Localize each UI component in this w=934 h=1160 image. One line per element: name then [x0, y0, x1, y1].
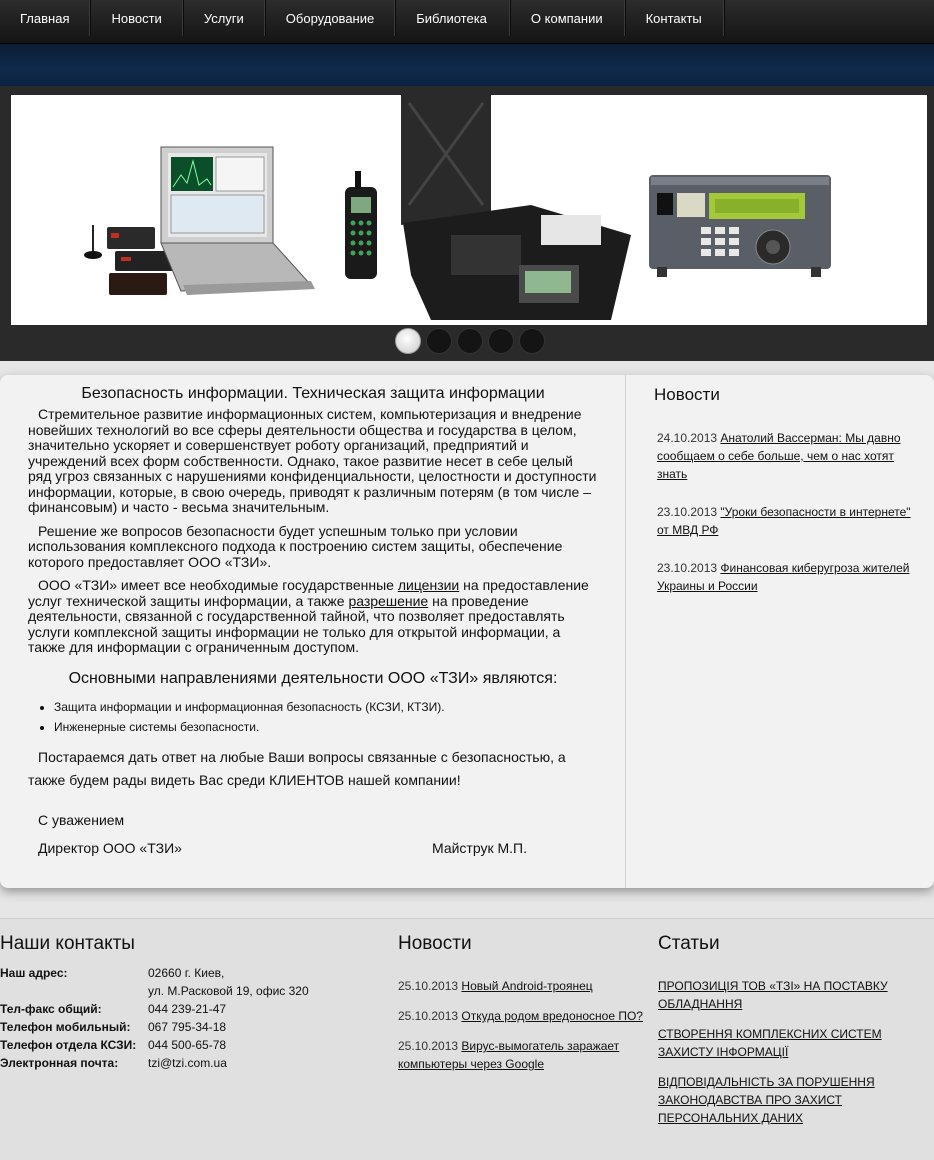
paragraph: ООО «ТЗИ» имеет все необходимые государс…: [28, 577, 598, 656]
footer-news-title: Новости: [398, 933, 472, 954]
directions-heading: Основными направлениями деятельности ООО…: [68, 669, 558, 687]
nav-item-label: Оборудование: [285, 10, 375, 26]
contact-label: Тел-факс общий:: [0, 1002, 102, 1016]
paragraph: Стремительное развитие информационных си…: [28, 406, 597, 515]
nav-item-label: Новости: [111, 10, 162, 26]
news-date: 23.10.2013: [657, 561, 718, 575]
article-link[interactable]: СТВОРЕННЯ КОМПЛЕКСНИХ СИСТЕМ ЗАХИСТУ ІНФ…: [658, 1025, 908, 1061]
equipment-illustration: [84, 95, 831, 320]
nav-item-contacts[interactable]: Контакты: [625, 0, 724, 36]
slider-dot[interactable]: [426, 328, 452, 354]
news-item: 25.10.2013 Откуда родом вредоносное ПО?: [398, 1007, 653, 1025]
nav-item-about[interactable]: О компании: [510, 0, 625, 36]
news-item: 24.10.2013 Анатолий Вассерман: Мы давно …: [654, 429, 914, 483]
contact-email[interactable]: tzi@tzi.com.ua: [148, 1056, 227, 1074]
nav-item-label: О компании: [530, 10, 603, 26]
contact-label: [0, 984, 148, 1002]
directions-list: Защита информации и информационная безоп…: [28, 700, 598, 734]
sidebar-news-title: Новости: [654, 385, 720, 404]
contact-label: Наш адрес:: [0, 966, 68, 980]
list-item: Инженерные системы безопасности.: [54, 720, 598, 734]
nav-item-equipment[interactable]: Оборудование: [265, 0, 396, 36]
contact-row: Наш адрес: 02660 г. Киев,: [0, 966, 309, 984]
paragraph-text: ООО «ТЗИ» имеет все необходимые государс…: [38, 577, 398, 593]
nav-item-label: Библиотека: [416, 10, 487, 26]
contact-value: 02660 г. Киев,: [148, 966, 225, 980]
footer: Наши контакты Наш адрес: 02660 г. Киев, у…: [0, 918, 934, 1160]
page-title: Безопасность информации. Техническая защ…: [81, 385, 545, 402]
list-item: Защита информации и информационная безоп…: [54, 700, 598, 714]
regards-text: С уважением: [38, 812, 125, 828]
news-item: 23.10.2013 Финансовая киберугроза жителе…: [654, 559, 914, 595]
article-link[interactable]: ПРОПОЗИЦІЯ ТОВ «ТЗІ» НА ПОСТАВКУ ОБЛАДНА…: [658, 977, 908, 1013]
director-name: Майструк М.П.: [432, 840, 527, 856]
contact-label: Электронная почта:: [0, 1056, 119, 1070]
contact-value: 044 239-21-47: [148, 1002, 227, 1016]
slider-dot[interactable]: [395, 328, 421, 354]
contact-row: Телефон отдела КСЗИ: 044 500-65-78: [0, 1038, 309, 1056]
article-link[interactable]: ВІДПОВІДАЛЬНІСТЬ ЗА ПОРУШЕННЯ ЗАКОНОДАВС…: [658, 1073, 908, 1127]
header-band: [0, 44, 934, 86]
news-item: 23.10.2013 "Уроки безопасности в интерне…: [654, 503, 914, 539]
image-slider: [0, 86, 934, 361]
paragraph: Решение же вопросов безопасности будет у…: [28, 522, 563, 570]
contact-value: ул. М.Расковой 19, офис 320: [148, 984, 309, 998]
closing-paragraph: Постараемся дать ответ на любые Ваши воп…: [28, 748, 566, 788]
news-date: 23.10.2013: [657, 505, 718, 519]
nav-item-label: Услуги: [203, 10, 244, 26]
news-date: 25.10.2013: [398, 1009, 459, 1023]
nav-item-home[interactable]: Главная: [0, 0, 91, 36]
news-date: 25.10.2013: [398, 979, 459, 993]
nav-item-label: Контакты: [645, 10, 702, 26]
nav-item-label: Главная: [20, 10, 70, 26]
articles-list: ПРОПОЗИЦІЯ ТОВ «ТЗІ» НА ПОСТАВКУ ОБЛАДНА…: [658, 977, 908, 1139]
slider-dot[interactable]: [457, 328, 483, 354]
news-date: 25.10.2013: [398, 1039, 459, 1053]
contacts-title: Наши контакты: [0, 933, 135, 954]
permission-link[interactable]: разрешение: [348, 593, 428, 609]
slider-dot[interactable]: [488, 328, 514, 354]
contact-row: ул. М.Расковой 19, офис 320: [0, 984, 309, 1002]
licenses-link[interactable]: лицензии: [398, 577, 459, 593]
news-link[interactable]: Новый Android-троянец: [461, 979, 592, 993]
contacts-list: Наш адрес: 02660 г. Киев, ул. М.Расковой …: [0, 966, 309, 1074]
nav-item-services[interactable]: Услуги: [183, 0, 265, 36]
nav-item-news[interactable]: Новости: [90, 0, 183, 36]
contact-row: Тел-факс общий: 044 239-21-47: [0, 1002, 309, 1020]
contact-row: Телефон мобильный: 067 795-34-18: [0, 1020, 309, 1038]
sidebar-news: Новости 24.10.2013 Анатолий Вассерман: М…: [654, 385, 914, 615]
slider-dot[interactable]: [519, 328, 545, 354]
slide-equipment-image[interactable]: [11, 95, 927, 325]
column-divider: [625, 375, 626, 888]
contact-value: 044 500-65-78: [148, 1038, 227, 1052]
nav-item-library[interactable]: Библиотека: [395, 0, 510, 36]
slider-pagination: [395, 328, 545, 354]
articles-title: Статьи: [658, 933, 720, 954]
contact-value: 067 795-34-18: [148, 1020, 227, 1034]
top-navigation: Главная Новости Услуги Оборудование Библ…: [0, 0, 934, 44]
contact-label: Телефон отдела КСЗИ:: [0, 1038, 137, 1052]
contact-row: Электронная почта: tzi@tzi.com.ua: [0, 1056, 309, 1074]
director-title: Директор ООО «ТЗИ»: [38, 840, 182, 856]
footer-news-list: 25.10.2013 Новый Android-троянец 25.10.2…: [398, 977, 653, 1085]
main-article: Безопасность информации. Техническая защ…: [28, 385, 598, 792]
contact-label: Телефон мобильный:: [0, 1020, 131, 1034]
news-item: 25.10.2013 Новый Android-троянец: [398, 977, 653, 995]
news-date: 24.10.2013: [657, 431, 718, 445]
news-link[interactable]: Откуда родом вредоносное ПО?: [461, 1009, 643, 1023]
content-panel: Безопасность информации. Техническая защ…: [0, 375, 934, 888]
news-item: 25.10.2013 Вирус-вымогатель заражает ком…: [398, 1037, 653, 1073]
